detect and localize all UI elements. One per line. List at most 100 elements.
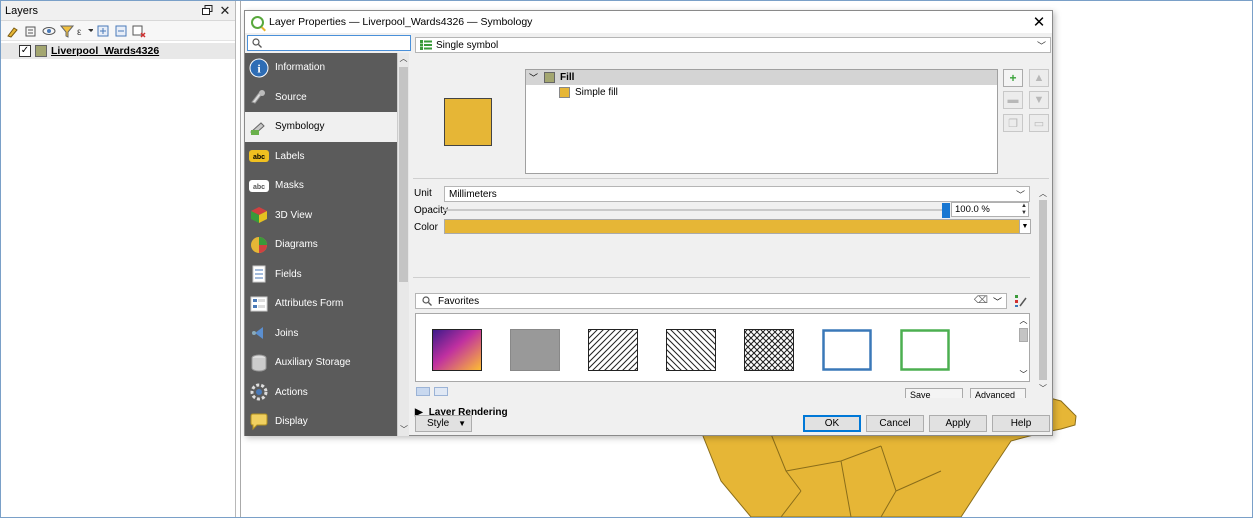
symbol-grid-scrollbar[interactable]: ︿ ﹀ xyxy=(1017,314,1030,381)
gradient-fill-symbol[interactable] xyxy=(432,329,482,371)
add-symbol-layer-button[interactable]: + xyxy=(1003,69,1023,87)
add-group-icon[interactable] xyxy=(23,23,39,39)
nav-item-joins[interactable]: Joins xyxy=(245,319,397,349)
properties-scrollbar[interactable]: ︿ ﹀ xyxy=(1037,188,1049,394)
scroll-down-icon[interactable]: ﹀ xyxy=(1037,383,1049,394)
cancel-button[interactable]: Cancel xyxy=(866,415,924,432)
style-manager-icon[interactable] xyxy=(5,23,21,39)
advanced-button[interactable]: Advanced ▾ xyxy=(970,388,1026,398)
fill-swatch xyxy=(544,72,555,83)
tree-item-simple-fill[interactable]: Simple fill xyxy=(526,85,997,100)
unit-select[interactable]: Millimeters ﹀ xyxy=(444,186,1030,202)
nav-item-masks[interactable]: abc Masks xyxy=(245,171,397,201)
properties-scroll-thumb[interactable] xyxy=(1039,200,1047,380)
apply-button[interactable]: Apply xyxy=(929,415,987,432)
nav-item-label: Auxiliary Storage xyxy=(275,357,351,369)
opacity-slider-handle[interactable] xyxy=(942,203,950,218)
svg-text:abc: abc xyxy=(253,184,265,191)
green-outline-fill-symbol[interactable] xyxy=(900,329,950,371)
back-diagonal-hatch-fill-symbol[interactable] xyxy=(666,329,716,371)
nav-search-field[interactable] xyxy=(247,35,411,51)
expand-all-icon[interactable] xyxy=(95,23,111,39)
spin-arrows-icon[interactable]: ▲ ▼ xyxy=(1021,203,1027,216)
nav-item-label: Display xyxy=(275,416,308,428)
nav-search-input[interactable] xyxy=(266,37,396,49)
move-down-button[interactable]: ▼ xyxy=(1029,91,1049,109)
nav-scrollbar[interactable]: ︿ ﹀ xyxy=(397,53,409,436)
symbol-grid-scroll-thumb[interactable] xyxy=(1019,328,1028,342)
gray-fill-symbol[interactable] xyxy=(510,329,560,371)
scroll-down-icon[interactable]: ﹀ xyxy=(1017,369,1030,380)
collapse-all-icon[interactable] xyxy=(113,23,129,39)
nav-scroll-thumb[interactable] xyxy=(399,67,408,282)
help-button[interactable]: Help xyxy=(992,415,1050,432)
move-up-button[interactable]: ▲ xyxy=(1029,69,1049,87)
nav-item-label: Masks xyxy=(275,180,304,192)
symbol-library: ︿ ﹀ xyxy=(415,313,1030,382)
3d-view-icon xyxy=(249,205,269,225)
duplicate-symbol-layer-button[interactable]: ❐ xyxy=(1003,114,1023,132)
scroll-up-icon[interactable]: ︿ xyxy=(1037,188,1049,199)
nav-item-3d-view[interactable]: 3D View xyxy=(245,201,397,231)
float-window-icon[interactable] xyxy=(199,3,215,19)
chevron-down-icon[interactable]: ﹀ xyxy=(993,295,1002,308)
manage-visibility-icon[interactable] xyxy=(41,23,57,39)
ok-button[interactable]: OK xyxy=(803,415,861,432)
nav-item-source[interactable]: Source xyxy=(245,83,397,113)
color-menu-button[interactable]: ▼ xyxy=(1019,219,1031,234)
scroll-down-icon[interactable]: ﹀ xyxy=(398,424,410,436)
nav-item-auxiliary-storage[interactable]: Auxiliary Storage xyxy=(245,348,397,378)
cross-hatch-fill-symbol[interactable] xyxy=(744,329,794,371)
lock-symbol-layer-button[interactable]: ▭ xyxy=(1029,114,1049,132)
scroll-up-icon[interactable]: ︿ xyxy=(1017,315,1030,326)
information-icon: i xyxy=(249,58,269,78)
nav-item-labels[interactable]: abc Labels xyxy=(245,142,397,172)
search-icon xyxy=(252,38,262,48)
chevron-down-icon[interactable]: ﹀ xyxy=(529,71,539,84)
opacity-spinbox[interactable]: 100.0 % ▲ ▼ xyxy=(951,202,1029,217)
fields-icon xyxy=(249,264,269,284)
close-icon[interactable]: ✕ xyxy=(217,3,233,19)
list-view-icon[interactable] xyxy=(434,387,448,396)
layer-visibility-checkbox[interactable]: ✓ xyxy=(19,45,31,57)
nav-item-symbology[interactable]: Symbology xyxy=(245,112,397,142)
diagonal-hatch-fill-symbol[interactable] xyxy=(588,329,638,371)
search-icon xyxy=(422,296,432,306)
icon-view-icon[interactable] xyxy=(416,387,430,396)
tree-fill-label: Fill xyxy=(560,72,575,83)
style-manager-icon[interactable] xyxy=(1013,293,1029,309)
actions-icon xyxy=(249,382,269,402)
nav-item-information[interactable]: i Information xyxy=(245,53,397,83)
dialog-close-button[interactable]: ✕ xyxy=(1026,11,1052,33)
renderer-select[interactable]: Single symbol ﹀ xyxy=(415,37,1051,53)
scroll-up-icon[interactable]: ︿ xyxy=(398,53,409,65)
nav-item-display[interactable]: Display xyxy=(245,407,397,437)
favorites-search[interactable]: Favorites ⌫ ﹀ xyxy=(415,293,1007,309)
style-button[interactable]: Style ▼ xyxy=(415,415,472,432)
tree-item-fill[interactable]: ﹀ Fill xyxy=(526,70,997,85)
advanced-label: Advanced xyxy=(975,390,1016,398)
qgis-logo-icon xyxy=(251,15,264,29)
filter-by-expression-icon[interactable]: ε xyxy=(77,23,93,39)
blue-outline-fill-symbol[interactable] xyxy=(822,329,872,371)
nav-item-diagrams[interactable]: Diagrams xyxy=(245,230,397,260)
tree-simple-fill-label: Simple fill xyxy=(575,87,618,98)
nav-item-actions[interactable]: Actions xyxy=(245,378,397,408)
remove-symbol-layer-button[interactable]: ▬ xyxy=(1003,91,1023,109)
opacity-slider-rail xyxy=(444,209,946,211)
remove-layer-icon[interactable] xyxy=(131,23,147,39)
auxiliary-storage-icon xyxy=(249,353,269,373)
chevron-down-icon: ﹀ xyxy=(1015,190,1025,200)
clear-search-icon[interactable]: ⌫ xyxy=(974,295,988,306)
nav-item-label: Symbology xyxy=(275,121,325,133)
opacity-slider[interactable] xyxy=(444,203,950,218)
filter-legend-icon[interactable] xyxy=(59,23,75,39)
properties-nav: i Information Source Symbology abc Labels abc M… xyxy=(245,53,397,436)
layer-tree-item[interactable]: ✓ Liverpool_Wards4326 xyxy=(1,43,235,59)
save-symbol-button[interactable]: Save Symbol... xyxy=(905,388,963,398)
nav-item-attributes-form[interactable]: Attributes Form xyxy=(245,289,397,319)
chevron-down-icon: ﹀ xyxy=(1036,41,1046,51)
attributes-form-icon xyxy=(249,294,269,314)
color-button[interactable] xyxy=(444,219,1029,234)
nav-item-fields[interactable]: Fields xyxy=(245,260,397,290)
